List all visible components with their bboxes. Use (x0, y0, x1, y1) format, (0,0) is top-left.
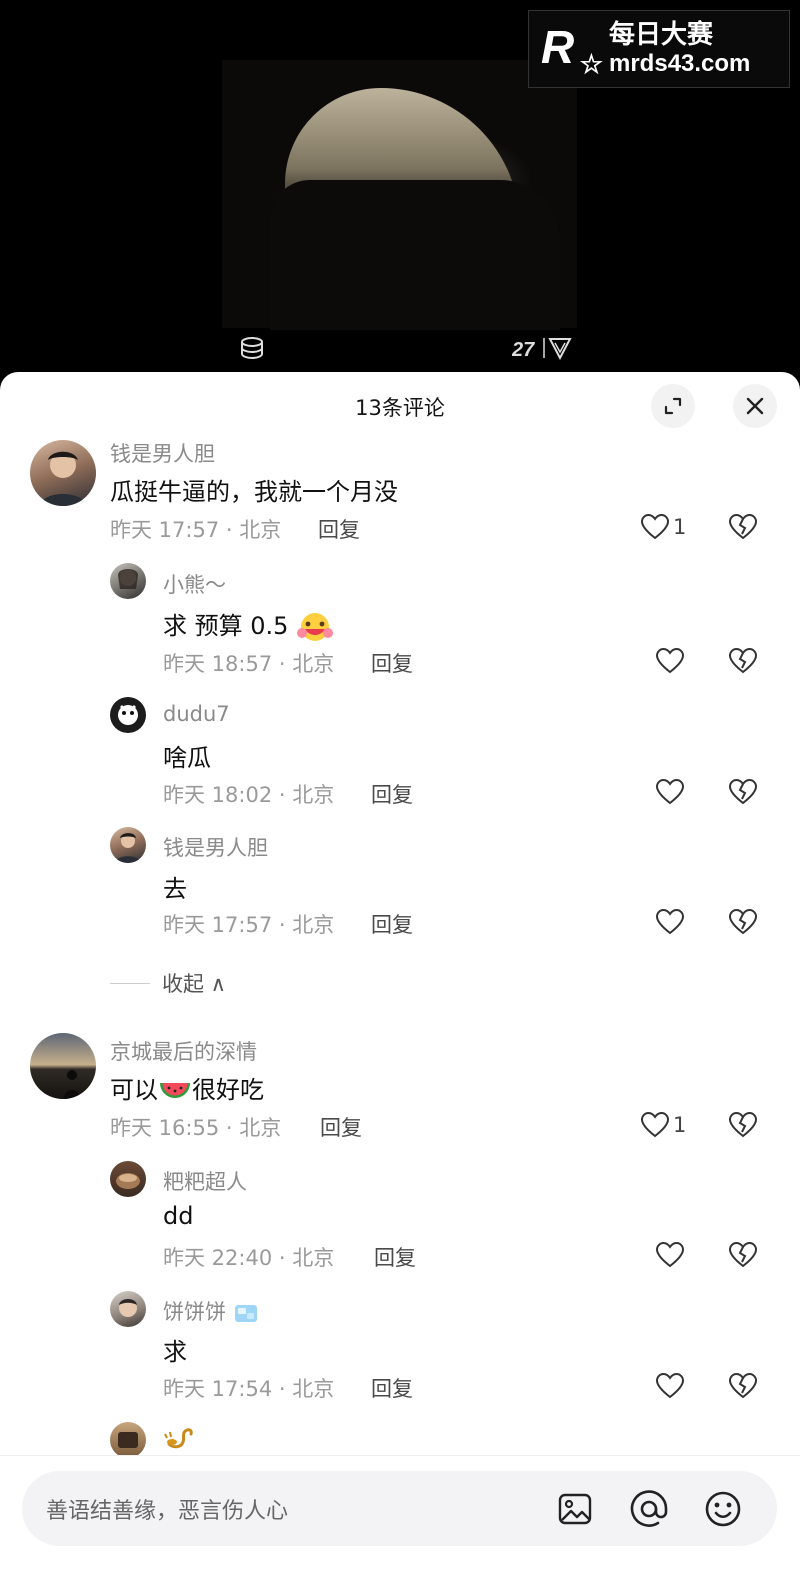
at-icon (630, 1490, 668, 1527)
reply-button[interactable]: 回复 (318, 514, 360, 544)
heart-icon (655, 908, 685, 935)
watermelon-icon (160, 1083, 190, 1098)
reply-username[interactable] (163, 1422, 195, 1457)
reply-timestamp: 昨天 22:40 · 北京 (163, 1246, 335, 1270)
avatar[interactable] (110, 1291, 146, 1327)
site-watermark: R ☆ 每日大赛 mrds43.com (528, 10, 790, 88)
comment-timestamp: 昨天 17:57 · 北京 (110, 518, 282, 542)
dislike-button[interactable] (728, 1111, 758, 1143)
watermark-domain: mrds43.com (609, 50, 751, 77)
reply-username[interactable]: 小熊～ (163, 569, 226, 599)
heart-icon (655, 647, 685, 674)
dislike-button[interactable] (728, 1241, 758, 1273)
comment-text: 可以 很好吃 (110, 1076, 264, 1104)
like-count: 1 (673, 1113, 687, 1137)
comment-username[interactable]: 钱是男人胆 (110, 438, 215, 468)
broken-heart-icon (728, 908, 758, 935)
avatar[interactable] (110, 1161, 146, 1197)
like-button[interactable] (655, 1241, 685, 1269)
reply-timestamp: 昨天 17:54 · 北京 (163, 1377, 335, 1401)
comment-username[interactable]: 京城最后的深情 (110, 1036, 257, 1066)
heart-icon (655, 778, 685, 805)
dislike-button[interactable] (728, 647, 758, 679)
ice-cube-icon (234, 1305, 257, 1322)
like-button[interactable] (655, 1372, 685, 1400)
reply-text: 求 (163, 1338, 187, 1366)
comment-timestamp: 昨天 16:55 · 北京 (110, 1116, 282, 1140)
close-button[interactable] (733, 384, 777, 428)
image-button[interactable] (555, 1489, 595, 1529)
like-button[interactable]: 1 (640, 1111, 686, 1139)
broken-heart-icon (728, 647, 758, 674)
svg-text:27: 27 (512, 339, 535, 361)
video-image-shadow (270, 180, 560, 330)
expand-icon (664, 397, 682, 415)
comment-sheet: 13条评论 钱是男人胆 瓜挺牛逼的，我就一个月没 昨天 17:57 · 北京 回… (0, 372, 800, 1588)
comment-input[interactable]: 善语结善缘，恶言伤人心 (22, 1471, 777, 1546)
reply-username[interactable]: 饼饼饼 (163, 1296, 259, 1326)
dislike-button[interactable] (728, 908, 758, 940)
like-count: 1 (673, 515, 687, 539)
dislike-button[interactable] (728, 778, 758, 810)
collapse-replies-button[interactable]: 收起 ∧ (110, 968, 226, 998)
reply-text: dd (163, 1202, 194, 1230)
reply-text: 啥瓜 (163, 744, 211, 772)
reply-text: 求 预算 0.5 (163, 606, 334, 643)
comment-text: 瓜挺牛逼的，我就一个月没 (110, 478, 398, 506)
broken-heart-icon (728, 778, 758, 805)
reply-username[interactable]: 钱是男人胆 (163, 832, 268, 862)
like-button[interactable] (655, 647, 685, 675)
heart-icon (640, 1111, 670, 1138)
scorpion-icon (164, 1428, 193, 1449)
sheet-header: 13条评论 (0, 372, 800, 438)
reply-username[interactable]: 粑粑超人 (163, 1166, 247, 1196)
like-button[interactable]: 1 (640, 513, 686, 541)
reply-timestamp: 昨天 18:02 · 北京 (163, 783, 335, 807)
mention-button[interactable] (629, 1489, 669, 1529)
emoji-icon (705, 1491, 741, 1527)
comment-input-bar: 善语结善缘，恶言伤人心 (0, 1455, 800, 1588)
reply-button[interactable]: 回复 (374, 1242, 416, 1272)
watermark-title: 每日大赛 (609, 20, 714, 50)
heart-icon (655, 1372, 685, 1399)
collapse-label: 收起 ∧ (162, 972, 227, 996)
avatar[interactable] (110, 563, 146, 599)
reply-button[interactable]: 回复 (371, 779, 413, 809)
heart-icon (655, 1241, 685, 1268)
avatar[interactable] (30, 1033, 96, 1099)
broken-heart-icon (728, 1111, 758, 1138)
avatar[interactable] (110, 827, 146, 863)
star-icon: ☆ (579, 49, 603, 79)
expand-button[interactable] (651, 384, 695, 428)
reply-timestamp: 昨天 17:57 · 北京 (163, 913, 335, 937)
video-player[interactable]: R ☆ 每日大赛 mrds43.com 27 (0, 0, 800, 395)
dislike-button[interactable] (728, 1372, 758, 1404)
watermark-logo: R ☆ (541, 21, 603, 79)
reply-button[interactable]: 回复 (371, 1373, 413, 1403)
reply-username[interactable]: dudu7 (163, 702, 230, 726)
broken-heart-icon (728, 1372, 758, 1399)
coin-stack-icon[interactable] (238, 335, 266, 361)
reply-button[interactable]: 回复 (371, 909, 413, 939)
reply-button[interactable]: 回复 (320, 1112, 362, 1142)
avatar[interactable] (110, 1422, 146, 1458)
brand-badge-icon: 27 (511, 335, 578, 361)
like-button[interactable] (655, 908, 685, 936)
emoji-button[interactable] (703, 1489, 743, 1529)
blush-emoji-icon (297, 613, 334, 641)
reply-button[interactable]: 回复 (371, 648, 413, 678)
input-placeholder: 善语结善缘，恶言伤人心 (46, 1499, 289, 1524)
heart-icon (640, 513, 670, 540)
dislike-button[interactable] (728, 513, 758, 545)
image-icon (558, 1493, 592, 1525)
broken-heart-icon (728, 1241, 758, 1268)
broken-heart-icon (728, 513, 758, 540)
like-button[interactable] (655, 778, 685, 806)
divider (110, 982, 150, 984)
reply-timestamp: 昨天 18:57 · 北京 (163, 652, 335, 676)
avatar[interactable] (30, 440, 96, 506)
avatar[interactable] (110, 697, 146, 733)
reply-text: 去 (163, 875, 187, 903)
close-icon (746, 397, 764, 415)
